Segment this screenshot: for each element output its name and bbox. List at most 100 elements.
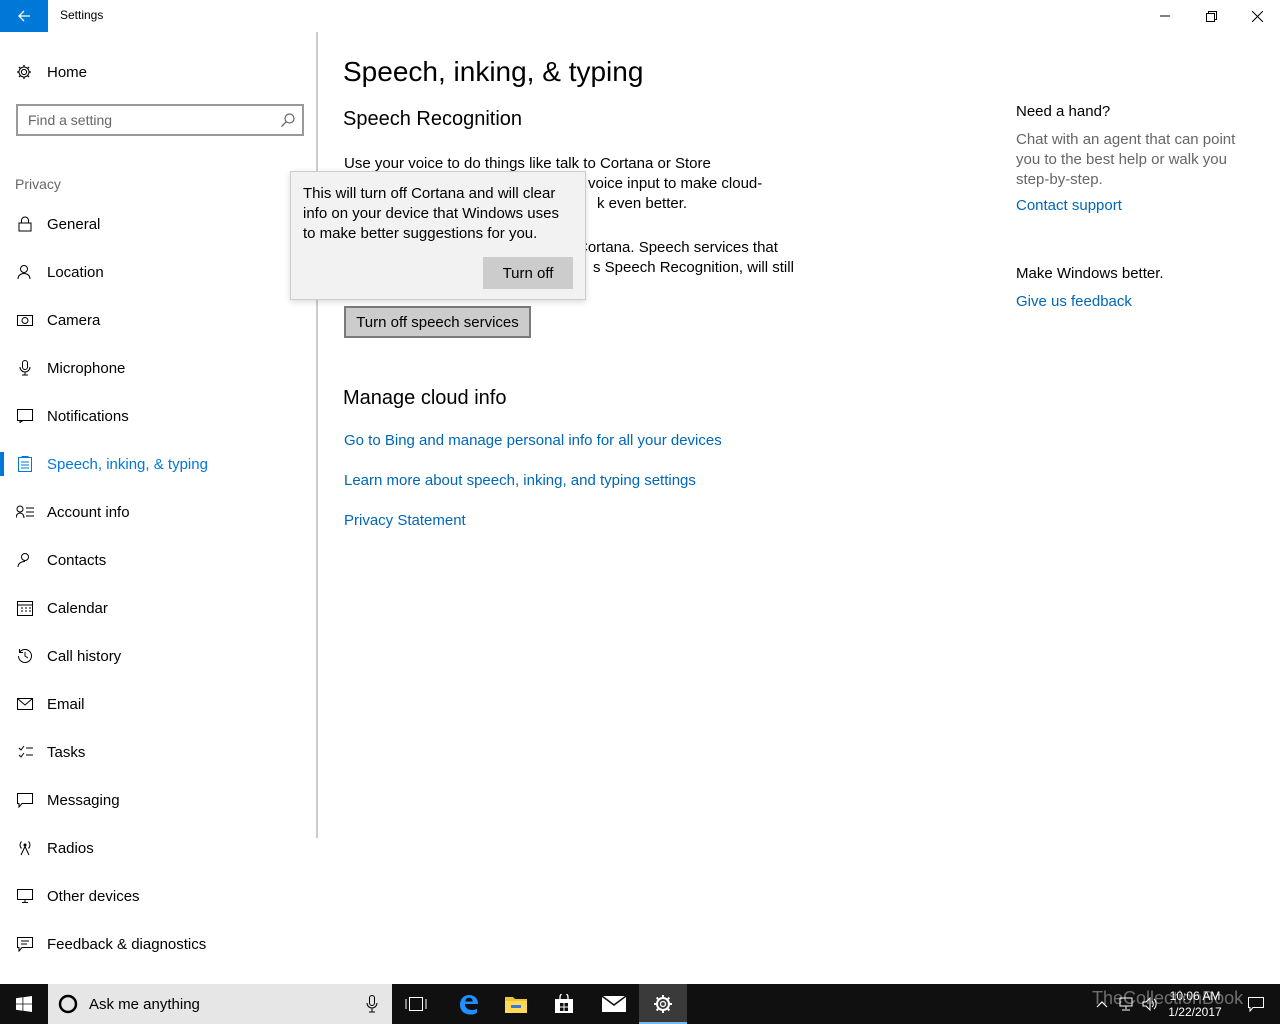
sidebar-item-label: General [47, 215, 101, 233]
sidebar-item-general[interactable]: General [0, 200, 316, 248]
gear-icon [654, 995, 672, 1013]
sidebar-item-camera[interactable]: Camera [0, 296, 316, 344]
lock-icon [16, 215, 34, 233]
network-button[interactable] [1116, 984, 1136, 1024]
sidebar-item-location[interactable]: Location [0, 248, 316, 296]
sidebar-item-label: Tasks [47, 743, 86, 761]
search-icon[interactable] [280, 112, 296, 133]
make-windows-better-heading: Make Windows better. [1016, 265, 1164, 282]
sidebar-item-label: Account info [47, 503, 130, 521]
close-icon [1251, 10, 1263, 22]
contacts-icon [16, 551, 34, 569]
close-button[interactable] [1234, 0, 1280, 32]
give-feedback-link[interactable]: Give us feedback [1016, 293, 1132, 310]
sidebar: Home Privacy General Location Camera Mic… [0, 32, 318, 953]
sidebar-item-account-info[interactable]: Account info [0, 488, 316, 536]
manage-cloud-info-heading: Manage cloud info [343, 387, 507, 409]
show-hidden-icons-button[interactable] [1092, 984, 1112, 1024]
back-button[interactable] [0, 0, 48, 32]
search-input[interactable] [28, 112, 268, 128]
sidebar-item-label: Camera [47, 311, 101, 329]
start-button[interactable] [0, 984, 48, 1024]
home-label: Home [47, 63, 88, 81]
clock-time: 10:06 AM [1169, 989, 1221, 1003]
sidebar-item-microphone[interactable]: Microphone [0, 344, 316, 392]
settings-app-button[interactable] [639, 984, 687, 1024]
turn-off-speech-services-button[interactable]: Turn off speech services [344, 306, 531, 338]
mail-app-button[interactable] [590, 984, 638, 1024]
tasks-icon [16, 743, 34, 761]
radio-tower-icon [16, 839, 34, 857]
sidebar-item-email[interactable]: Email [0, 680, 316, 728]
file-explorer-button[interactable] [492, 984, 540, 1024]
history-icon [16, 647, 34, 665]
microphone-icon [16, 359, 34, 377]
edge-icon [460, 995, 478, 1015]
notification-icon [16, 407, 34, 425]
settings-search[interactable] [16, 104, 304, 136]
learn-more-link[interactable]: Learn more about speech, inking, and typ… [344, 472, 696, 489]
folder-icon [505, 997, 527, 1013]
microphone-icon[interactable] [366, 995, 378, 1013]
cortana-circle-icon [58, 994, 78, 1014]
message-icon [16, 791, 34, 809]
contact-support-link[interactable]: Contact support [1016, 197, 1122, 214]
turn-off-confirmation-flyout: This will turn off Cortana and will clea… [290, 171, 586, 300]
restore-icon [1205, 10, 1217, 22]
cortana-search-box[interactable]: Ask me anything [48, 984, 392, 1024]
sidebar-item-notifications[interactable]: Notifications [0, 392, 316, 440]
volume-button[interactable] [1140, 984, 1160, 1024]
sidebar-item-call-history[interactable]: Call history [0, 632, 316, 680]
network-icon [1119, 997, 1133, 1011]
sidebar-item-feedback-diagnostics[interactable]: Feedback & diagnostics [0, 920, 316, 968]
sidebar-item-contacts[interactable]: Contacts [0, 536, 316, 584]
speech-description-line-2: voice input to make cloud- [588, 175, 763, 192]
sidebar-item-tasks[interactable]: Tasks [0, 728, 316, 776]
sidebar-item-label: Radios [47, 839, 94, 857]
sidebar-item-label: Speech, inking, & typing [47, 455, 208, 473]
privacy-section-label: Privacy [15, 176, 61, 192]
speech-services-line-1: Cortana. Speech services that [577, 239, 778, 256]
task-view-icon [405, 997, 427, 1011]
task-view-button[interactable] [392, 984, 440, 1024]
calendar-icon [16, 599, 34, 617]
speech-services-line-2: s Speech Recognition, will still [593, 259, 794, 276]
chevron-up-icon [1096, 1001, 1108, 1008]
privacy-statement-link[interactable]: Privacy Statement [344, 512, 466, 529]
sidebar-item-speech-inking-typing[interactable]: Speech, inking, & typing [0, 440, 316, 488]
clock-date: 1/22/2017 [1168, 1005, 1222, 1019]
back-arrow-icon [18, 10, 30, 22]
sidebar-item-label: Feedback & diagnostics [47, 935, 207, 953]
sidebar-item-label: Messaging [47, 791, 120, 809]
speech-recognition-heading: Speech Recognition [343, 108, 523, 130]
sidebar-item-label: Email [47, 695, 85, 713]
minimize-icon [1160, 15, 1170, 17]
mail-icon [602, 996, 626, 1012]
page-title: Speech, inking, & typing [343, 56, 644, 87]
sidebar-item-label: Microphone [47, 359, 126, 377]
sidebar-item-radios[interactable]: Radios [0, 824, 316, 872]
action-center-icon [1248, 996, 1264, 1012]
gear-icon [17, 65, 31, 79]
bing-personal-info-link[interactable]: Go to Bing and manage personal info for … [344, 432, 722, 449]
turn-off-button[interactable]: Turn off [483, 257, 573, 289]
home-nav-item[interactable]: Home [16, 60, 87, 84]
speaker-icon [1142, 997, 1157, 1011]
camera-icon [16, 311, 34, 329]
clock[interactable]: 10:06 AM 1/22/2017 [1162, 988, 1228, 1020]
action-center-button[interactable] [1236, 984, 1276, 1024]
account-info-icon [16, 503, 34, 521]
minimize-button[interactable] [1142, 0, 1188, 32]
edge-browser-button[interactable] [444, 984, 492, 1024]
need-a-hand-heading: Need a hand? [1016, 103, 1111, 120]
sidebar-item-label: Other devices [47, 887, 140, 905]
help-description: Chat with an agent that can point you to… [1016, 131, 1236, 188]
sidebar-item-calendar[interactable]: Calendar [0, 584, 316, 632]
sidebar-item-messaging[interactable]: Messaging [0, 776, 316, 824]
sidebar-item-label: Calendar [47, 599, 108, 617]
privacy-nav-list: General Location Camera Microphone Notif… [0, 200, 316, 968]
restore-button[interactable] [1188, 0, 1234, 32]
store-button[interactable] [540, 984, 588, 1024]
feedback-icon [16, 935, 34, 953]
sidebar-item-other-devices[interactable]: Other devices [0, 872, 316, 920]
